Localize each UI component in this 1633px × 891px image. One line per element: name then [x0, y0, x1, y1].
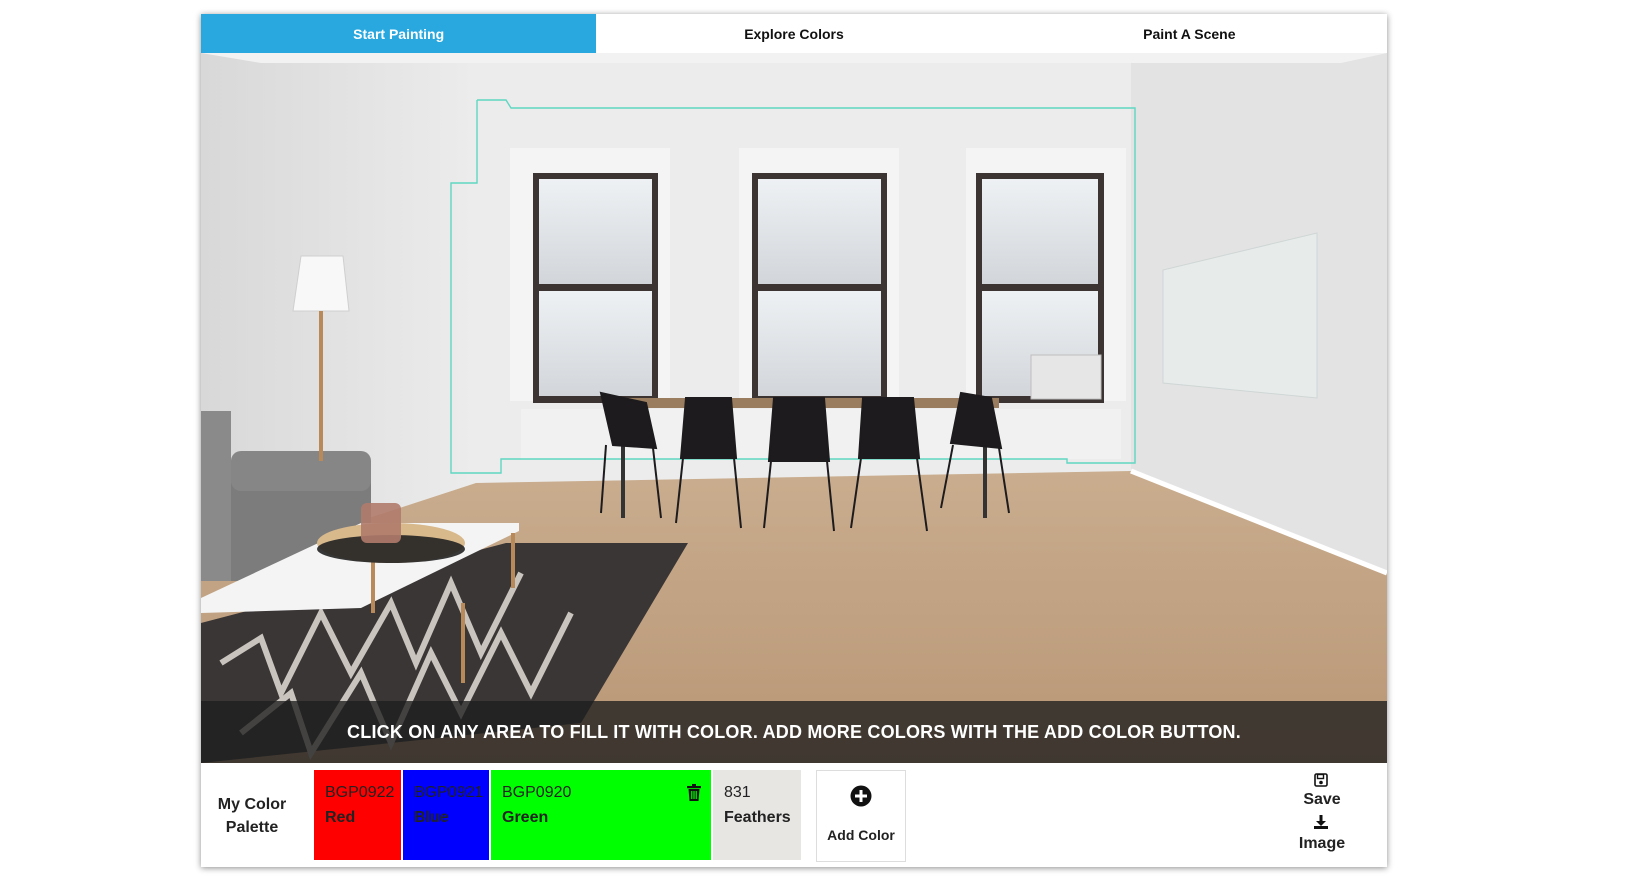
trash-icon[interactable]: [687, 784, 701, 801]
instruction-banner: CLICK ON ANY AREA TO FILL IT WITH COLOR.…: [201, 701, 1387, 763]
swatch-name: Green: [502, 809, 549, 826]
swatch-feathers[interactable]: 831 Feathers: [713, 770, 801, 860]
window-1: [510, 148, 670, 403]
add-color-button[interactable]: Add Color: [816, 770, 906, 862]
swatch-code: BGP0921: [414, 784, 484, 801]
swatch-code: 831: [724, 784, 751, 801]
window-2: [739, 148, 899, 403]
room-scene[interactable]: CLICK ON ANY AREA TO FILL IT WITH COLOR.…: [201, 53, 1387, 763]
swatch-name: Feathers: [724, 809, 791, 826]
palette-title: My Color Palette: [217, 796, 287, 836]
save-label: Save: [1303, 791, 1341, 808]
window-3: [966, 148, 1126, 403]
instruction-text: CLICK ON ANY AREA TO FILL IT WITH COLOR.…: [347, 721, 1241, 742]
swatch-code: BGP0922: [325, 784, 395, 801]
room-image[interactable]: [201, 53, 1387, 763]
swatch-name: Blue: [414, 809, 449, 826]
swatch-code: BGP0920: [502, 784, 572, 801]
tab-start-painting[interactable]: Start Painting: [201, 14, 597, 53]
tab-explore-colors[interactable]: Explore Colors: [596, 14, 991, 53]
download-icon: [1314, 815, 1328, 829]
image-label: Image: [1298, 835, 1346, 852]
floppy-disk-icon: [1314, 773, 1328, 787]
swatch-red[interactable]: BGP0922 Red: [314, 770, 401, 860]
tab-paint-a-scene[interactable]: Paint A Scene: [992, 14, 1387, 53]
add-color-label: Add Color: [827, 827, 895, 843]
save-image-button[interactable]: Save Image: [1274, 763, 1370, 867]
color-palette-bar: My Color Palette BGP0922 Red BGP0921 Blu…: [201, 763, 1387, 867]
tab-bar: Start Painting Explore Colors Paint A Sc…: [201, 14, 1387, 53]
visualizer-panel: Start Painting Explore Colors Paint A Sc…: [201, 14, 1387, 867]
plus-circle-icon: [850, 785, 872, 807]
swatch-blue[interactable]: BGP0921 Blue: [403, 770, 489, 860]
swatch-name: Red: [325, 809, 356, 826]
swatch-green[interactable]: BGP0920 Green: [491, 770, 711, 860]
